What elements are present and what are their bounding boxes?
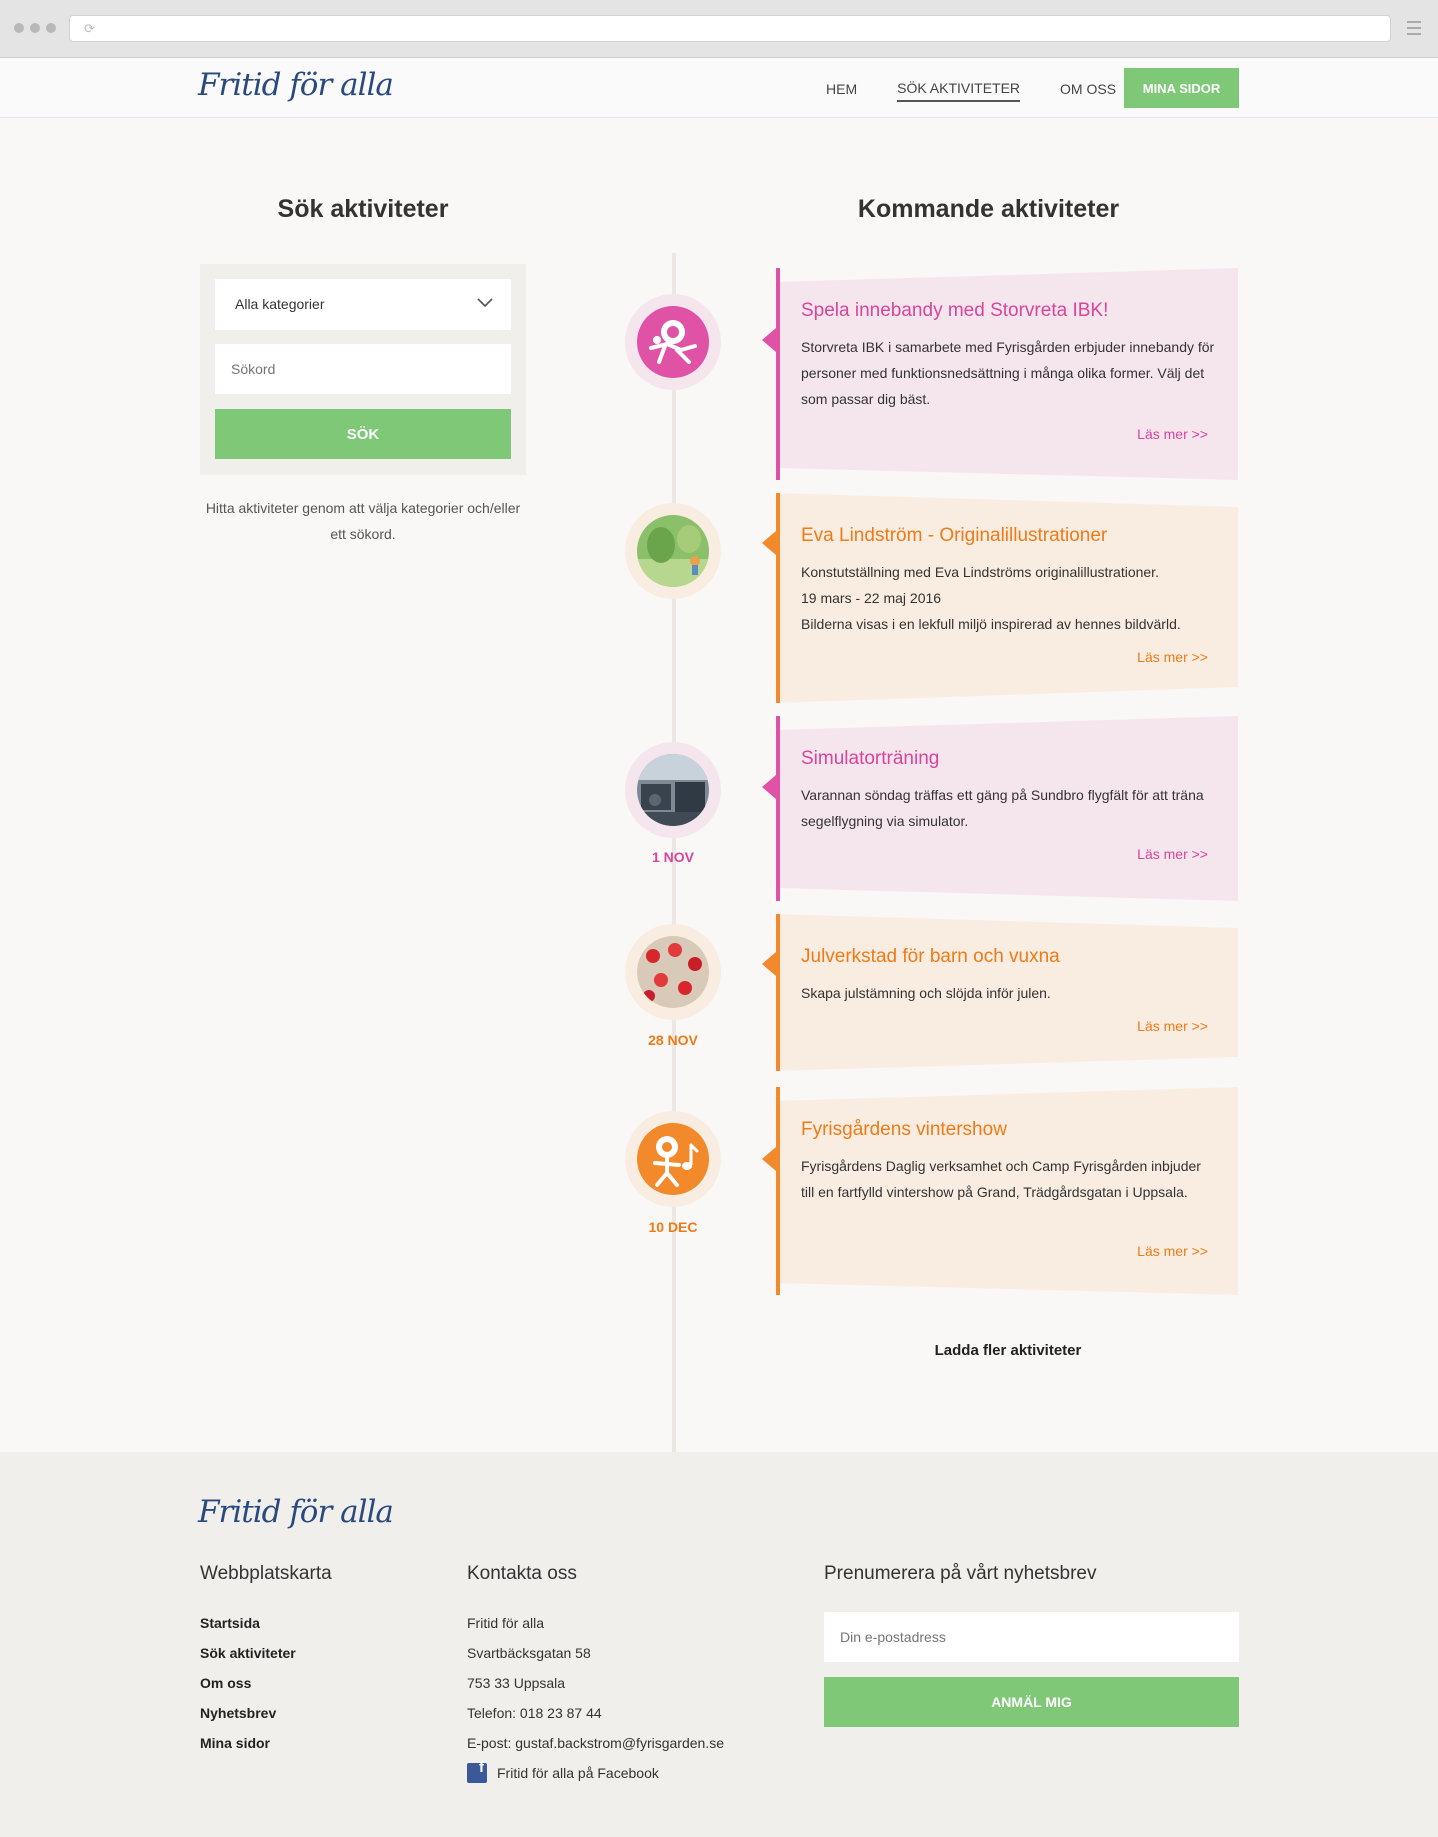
activity-description-extra: Bilderna visas i en lekfull miljö inspir… (801, 616, 1181, 632)
sport-person-icon (637, 306, 709, 378)
search-title: Sök aktiviteter (277, 195, 449, 223)
read-more-link[interactable]: Läs mer >> (1137, 1243, 1208, 1259)
sitemap-link[interactable]: Startsida (200, 1608, 296, 1638)
facebook-label: Fritid för alla på Facebook (497, 1765, 659, 1781)
window-dot-icon[interactable] (14, 23, 24, 33)
sitemap-list: Startsida Sök aktiviteter Om oss Nyhetsb… (200, 1608, 296, 1758)
activity-icon-circle[interactable] (625, 742, 721, 838)
footer-logo[interactable]: Fritid för alla (198, 1494, 394, 1530)
contact-email[interactable]: E-post: gustaf.backstrom@fyrisgarden.se (467, 1728, 724, 1758)
window-dot-icon[interactable] (30, 23, 40, 33)
activity-card[interactable]: Julverkstad för barn och vuxna Skapa jul… (762, 914, 1238, 1071)
newsletter-title: Prenumerera på vårt nyhetsbrev (824, 1563, 1097, 1584)
read-more-link[interactable]: Läs mer >> (1137, 649, 1208, 665)
activity-card[interactable]: Spela innebandy med Storvreta IBK! Storv… (762, 268, 1238, 480)
main-nav: HEM SÖK AKTIVITETER OM OSS MINA SIDOR (826, 59, 1239, 118)
keyword-input[interactable] (215, 344, 511, 394)
activity-title[interactable]: Fyrisgårdens vintershow (801, 1119, 1007, 1141)
activity-description: Fyrisgårdens Daglig verksamhet och Camp … (801, 1158, 1201, 1200)
nav-about[interactable]: OM OSS (1060, 77, 1116, 101)
contact-street: Svartbäcksgatan 58 (467, 1645, 591, 1661)
subscribe-button[interactable]: ANMÄL MIG (824, 1677, 1239, 1727)
activity-date: 1 NOV (651, 849, 694, 865)
activity-icon-circle[interactable] (625, 503, 721, 599)
contact-org: Fritid för alla (467, 1615, 545, 1631)
simulator-thumbnail (637, 754, 709, 826)
newsletter-email-input[interactable] (824, 1612, 1239, 1662)
upcoming-title: Kommande aktiviteter (857, 195, 1120, 223)
christmas-thumbnail (637, 936, 709, 1008)
nav-search-activities[interactable]: SÖK AKTIVITETER (897, 76, 1021, 102)
illustration-thumbnail (637, 515, 709, 587)
music-person-icon (637, 1123, 709, 1195)
facebook-link[interactable]: f Fritid för alla på Facebook (467, 1758, 724, 1788)
site-header: Fritid för alla HEM SÖK AKTIVITETER OM O… (0, 59, 1438, 118)
sitemap-link[interactable]: Sök aktiviteter (200, 1638, 296, 1668)
browser-menu-icon[interactable] (1407, 21, 1421, 39)
sitemap-link[interactable]: Mina sidor (200, 1728, 296, 1758)
activity-card[interactable]: Fyrisgårdens vintershow Fyrisgårdens Dag… (762, 1087, 1238, 1295)
window-dot-icon[interactable] (46, 23, 56, 33)
activity-date: 10 DEC (648, 1219, 698, 1235)
search-hint: Hitta aktiviteter genom att välja katego… (205, 500, 521, 542)
contact-list: Fritid för alla Svartbäcksgatan 58 753 3… (467, 1608, 724, 1788)
browser-chrome: ⟳ (0, 0, 1438, 58)
contact-title: Kontakta oss (467, 1563, 577, 1584)
activity-icon-circle[interactable] (625, 294, 721, 390)
activity-title[interactable]: Eva Lindström - Originalillustrationer (801, 525, 1107, 547)
contact-city: 753 33 Uppsala (467, 1675, 566, 1691)
activity-title[interactable]: Simulatorträning (801, 748, 939, 770)
address-bar[interactable]: ⟳ (69, 15, 1391, 42)
category-select[interactable]: Alla kategorier (215, 279, 511, 330)
site-footer: Fritid för alla Webbplatskarta Startsida… (0, 1452, 1438, 1837)
activity-description: Skapa julstämning och slöjda inför julen… (801, 985, 1051, 1001)
sitemap-link[interactable]: Nyhetsbrev (200, 1698, 296, 1728)
contact-phone: Telefon: 018 23 87 44 (467, 1705, 602, 1721)
facebook-icon: f (467, 1759, 487, 1783)
activity-title[interactable]: Spela innebandy med Storvreta IBK! (801, 300, 1108, 322)
read-more-link[interactable]: Läs mer >> (1137, 1018, 1208, 1034)
search-button[interactable]: SÖK (215, 409, 511, 459)
my-pages-button[interactable]: MINA SIDOR (1124, 68, 1239, 108)
nav-home[interactable]: HEM (826, 77, 857, 101)
activity-card[interactable]: Eva Lindström - Originalillustrationer K… (762, 493, 1238, 703)
activity-date: 28 NOV (648, 1032, 698, 1048)
read-more-link[interactable]: Läs mer >> (1137, 426, 1208, 442)
search-panel: Alla kategorier SÖK (200, 264, 526, 475)
activity-icon-circle[interactable] (625, 924, 721, 1020)
sitemap-title: Webbplatskarta (200, 1563, 332, 1584)
activity-description: Konstutställning med Eva Lindströms orig… (801, 564, 1159, 580)
reload-icon[interactable]: ⟳ (84, 21, 95, 37)
category-select-value: Alla kategorier (235, 296, 325, 312)
activity-description: Storvreta IBK i samarbete med Fyrisgårde… (801, 339, 1215, 407)
chevron-down-icon (477, 295, 493, 313)
activity-icon-circle[interactable] (625, 1111, 721, 1207)
window-controls (14, 23, 56, 33)
activity-title[interactable]: Julverkstad för barn och vuxna (801, 946, 1060, 968)
read-more-link[interactable]: Läs mer >> (1137, 846, 1208, 862)
sitemap-link[interactable]: Om oss (200, 1668, 296, 1698)
activity-description: Varannan söndag träffas ett gäng på Sund… (801, 787, 1204, 829)
load-more-button[interactable]: Ladda fler aktiviteter (760, 1342, 1256, 1359)
activity-dates: 19 mars - 22 maj 2016 (801, 590, 942, 606)
activity-card[interactable]: Simulatorträning Varannan söndag träffas… (762, 716, 1238, 901)
site-logo[interactable]: Fritid för alla (198, 67, 394, 103)
